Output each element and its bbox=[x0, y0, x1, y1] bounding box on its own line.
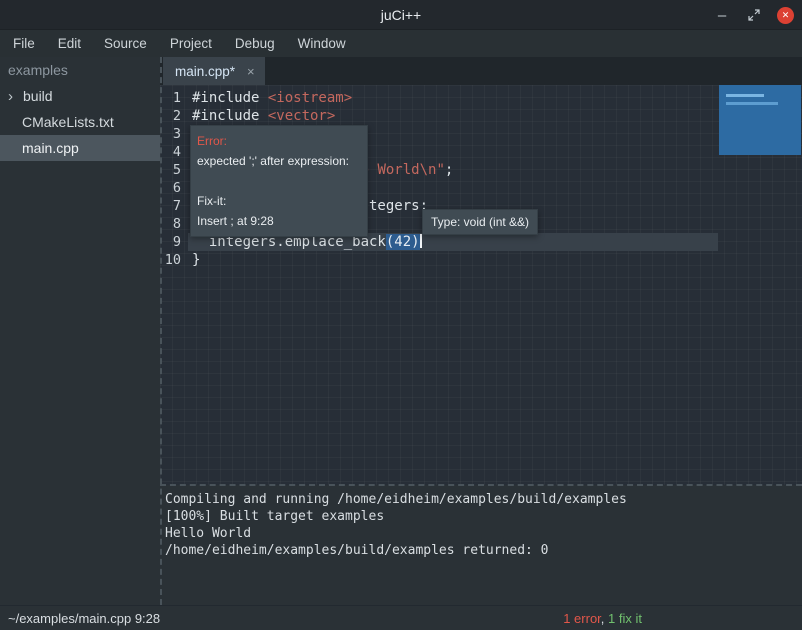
menu-item-debug[interactable]: Debug bbox=[232, 34, 278, 53]
restore-icon bbox=[748, 9, 760, 21]
status-file-position: ~/examples/main.cpp 9:28 bbox=[8, 611, 160, 626]
line-number: 10 bbox=[160, 251, 188, 269]
line-number: 7 bbox=[160, 197, 188, 215]
code-token: #include bbox=[192, 90, 268, 106]
sidebar-item-build[interactable]: ›build bbox=[0, 83, 160, 109]
thumbnail-line bbox=[726, 102, 778, 105]
menu-item-window[interactable]: Window bbox=[295, 34, 349, 53]
error-tooltip-title: Error: bbox=[197, 131, 361, 151]
sidebar-item-label: main.cpp bbox=[22, 140, 79, 156]
thumbnail-line bbox=[726, 94, 764, 97]
output-panel[interactable]: Compiling and running /home/eidheim/exam… bbox=[160, 486, 802, 605]
file-tree: ›build CMakeLists.txt main.cpp bbox=[0, 83, 160, 161]
line-number: 9 bbox=[160, 233, 188, 251]
editor-line-10[interactable]: 10} bbox=[160, 251, 802, 269]
code-text: } bbox=[188, 251, 718, 269]
tab-main-cpp-[interactable]: main.cpp* × bbox=[163, 57, 265, 85]
editor[interactable]: 1#include <iostream>2#include <vector>34… bbox=[160, 85, 802, 485]
code-token: } bbox=[192, 252, 200, 268]
window-controls: – ✕ bbox=[713, 0, 794, 30]
code-token: #include bbox=[192, 108, 268, 124]
menu-item-project[interactable]: Project bbox=[167, 34, 215, 53]
menu-item-edit[interactable]: Edit bbox=[55, 34, 84, 53]
sidebar-item-cmakelists-txt[interactable]: CMakeLists.txt bbox=[0, 109, 160, 135]
sidebar-editor-divider[interactable] bbox=[160, 57, 162, 605]
error-tooltip-message: expected ';' after expression: bbox=[197, 151, 361, 171]
editor-output-divider[interactable] bbox=[160, 484, 802, 486]
type-tooltip-text: Type: void (int &&) bbox=[431, 215, 529, 229]
code-token: <vector> bbox=[268, 108, 335, 124]
sidebar-item-label: build bbox=[23, 88, 53, 104]
project-name: examples bbox=[0, 57, 160, 83]
type-tooltip: Type: void (int &&) bbox=[422, 209, 538, 235]
status-diagnostics: 1 error, 1 fix it bbox=[563, 611, 642, 626]
minimap-thumbnail bbox=[719, 85, 801, 155]
editor-line-2[interactable]: 2#include <vector> bbox=[160, 107, 802, 125]
output-line: Hello World bbox=[165, 525, 802, 542]
sidebar: examples ›build CMakeLists.txt main.cpp bbox=[0, 57, 160, 605]
line-number: 2 bbox=[160, 107, 188, 125]
line-number: 1 bbox=[160, 89, 188, 107]
status-error-count[interactable]: 1 error bbox=[563, 611, 601, 626]
line-number: 6 bbox=[160, 179, 188, 197]
code-text: #include <vector> bbox=[188, 107, 718, 125]
line-number: 5 bbox=[160, 161, 188, 179]
code-token: <iostream> bbox=[268, 90, 352, 106]
output-line: /home/eidheim/examples/build/examples re… bbox=[165, 542, 802, 559]
line-number: 8 bbox=[160, 215, 188, 233]
output-line: Compiling and running /home/eidheim/exam… bbox=[165, 491, 802, 508]
minimize-button[interactable]: – bbox=[713, 6, 731, 24]
application-window: juCi++ – ✕ File Edit Source Project Debug Win… bbox=[0, 0, 802, 630]
line-number: 4 bbox=[160, 143, 188, 161]
menubar: File Edit Source Project Debug Window bbox=[0, 30, 802, 57]
output-line: [100%] Built target examples bbox=[165, 508, 802, 525]
menu-item-file[interactable]: File bbox=[10, 34, 38, 53]
window-title: juCi++ bbox=[381, 7, 421, 23]
code-token: (42) bbox=[386, 234, 420, 250]
error-tooltip-spacer bbox=[197, 171, 361, 191]
status-separator: , bbox=[601, 611, 608, 626]
titlebar: juCi++ – ✕ bbox=[0, 0, 802, 30]
tab-close-icon[interactable]: × bbox=[247, 64, 255, 79]
text-cursor bbox=[420, 234, 422, 248]
error-tooltip-fixit-text: Insert ; at 9:28 bbox=[197, 211, 361, 231]
line-number: 3 bbox=[160, 125, 188, 143]
code-token: ; bbox=[445, 162, 453, 178]
restore-button[interactable] bbox=[745, 6, 763, 24]
code-text: #include <iostream> bbox=[188, 89, 718, 107]
editor-line-1[interactable]: 1#include <iostream> bbox=[160, 89, 802, 107]
close-icon: ✕ bbox=[782, 11, 790, 20]
sidebar-item-label: CMakeLists.txt bbox=[22, 114, 114, 130]
status-fixit-count[interactable]: 1 fix it bbox=[608, 611, 642, 626]
error-tooltip: Error: expected ';' after expression: Fi… bbox=[190, 125, 368, 237]
tabbar: main.cpp* × bbox=[160, 57, 802, 85]
sidebar-item-main-cpp[interactable]: main.cpp bbox=[0, 135, 160, 161]
menu-item-source[interactable]: Source bbox=[101, 34, 150, 53]
error-tooltip-fixit-title: Fix-it: bbox=[197, 191, 361, 211]
chevron-right-icon[interactable]: › bbox=[8, 89, 23, 104]
statusbar: ~/examples/main.cpp 9:28 1 error, 1 fix … bbox=[0, 605, 802, 630]
close-button[interactable]: ✕ bbox=[777, 7, 794, 24]
tab-label: main.cpp* bbox=[175, 64, 235, 79]
